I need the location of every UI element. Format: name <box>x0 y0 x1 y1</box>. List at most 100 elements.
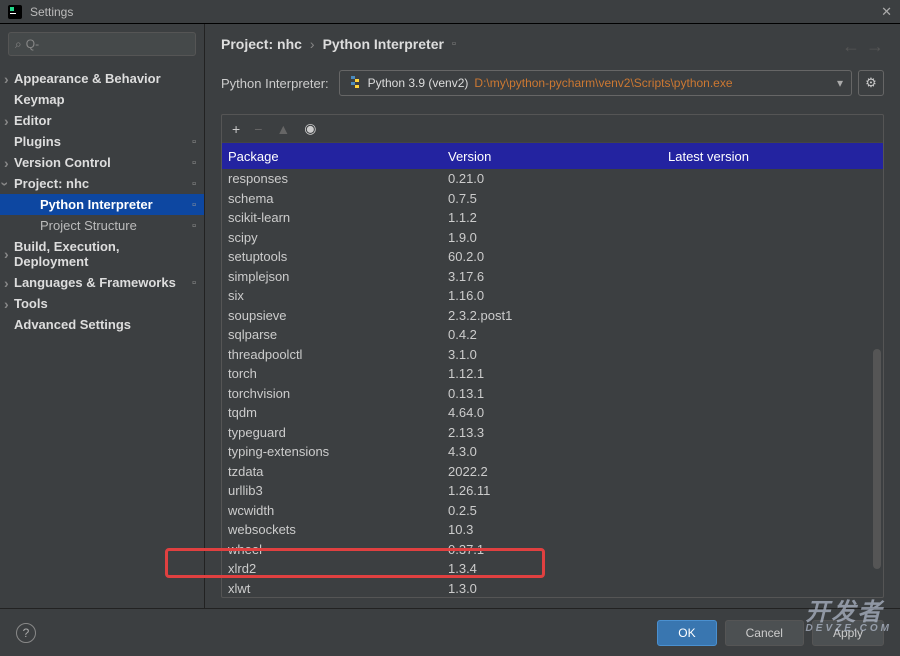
sidebar-item-label: Version Control <box>14 155 192 170</box>
apply-button[interactable]: Apply <box>812 620 884 646</box>
cell-version: 0.2.5 <box>448 503 668 518</box>
cell-package: xlwt <box>228 581 448 596</box>
header-latest[interactable]: Latest version <box>668 149 877 164</box>
table-row[interactable]: torch1.12.1 <box>222 364 883 384</box>
project-scope-icon: ▫ <box>192 178 196 190</box>
close-icon[interactable]: ✕ <box>881 4 892 20</box>
cell-version: 10.3 <box>448 522 668 537</box>
table-row[interactable]: typing-extensions4.3.0 <box>222 442 883 462</box>
ok-button[interactable]: OK <box>657 620 716 646</box>
sidebar-item-project-structure[interactable]: Project Structure▫ <box>0 215 204 236</box>
table-row[interactable]: wcwidth0.2.5 <box>222 501 883 521</box>
sidebar-item-label: Advanced Settings <box>14 317 196 332</box>
table-row[interactable]: schema0.7.5 <box>222 189 883 209</box>
remove-package-button[interactable]: − <box>254 121 262 137</box>
project-scope-icon: ▫ <box>192 199 196 211</box>
table-row[interactable]: urllib31.26.11 <box>222 481 883 501</box>
table-row[interactable]: typeguard2.13.3 <box>222 423 883 443</box>
titlebar: Settings ✕ <box>0 0 900 24</box>
cell-package: sqlparse <box>228 327 448 342</box>
table-row[interactable]: torchvision0.13.1 <box>222 384 883 404</box>
app-icon <box>8 5 22 19</box>
cell-package: websockets <box>228 522 448 537</box>
table-row[interactable]: soupsieve2.3.2.post1 <box>222 306 883 326</box>
nav-back-icon[interactable]: ← <box>842 36 860 57</box>
cell-version: 1.26.11 <box>448 483 668 498</box>
sidebar-item-label: Tools <box>14 296 196 311</box>
sidebar-item-build-execution-deployment[interactable]: Build, Execution, Deployment <box>0 236 204 272</box>
table-row[interactable]: websockets10.3 <box>222 520 883 540</box>
cell-package: threadpoolctl <box>228 347 448 362</box>
dialog-footer: ? OK Cancel Apply <box>0 608 900 656</box>
cell-version: 1.1.2 <box>448 210 668 225</box>
show-early-releases-button[interactable]: ◉ <box>304 120 316 137</box>
sidebar-item-plugins[interactable]: Plugins▫ <box>0 131 204 152</box>
cell-version: 0.21.0 <box>448 171 668 186</box>
header-package[interactable]: Package <box>228 149 448 164</box>
cell-version: 0.37.1 <box>448 542 668 557</box>
cell-version: 3.1.0 <box>448 347 668 362</box>
cancel-button[interactable]: Cancel <box>725 620 804 646</box>
sidebar-item-languages-frameworks[interactable]: Languages & Frameworks▫ <box>0 272 204 293</box>
interpreter-label: Python Interpreter: <box>221 76 329 91</box>
table-row[interactable]: wheel0.37.1 <box>222 540 883 560</box>
table-row[interactable]: scikit-learn1.1.2 <box>222 208 883 228</box>
settings-tree: Appearance & Behavior Keymap Editor Plugins… <box>0 64 204 339</box>
table-row[interactable]: tzdata2022.2 <box>222 462 883 482</box>
cell-package: simplejson <box>228 269 448 284</box>
table-row[interactable]: xlrd21.3.4 <box>222 559 883 579</box>
header-version[interactable]: Version <box>448 149 668 164</box>
sidebar-item-label: Editor <box>14 113 196 128</box>
sidebar-item-python-interpreter[interactable]: Python Interpreter▫ <box>0 194 204 215</box>
cell-package: tzdata <box>228 464 448 479</box>
table-row[interactable]: threadpoolctl3.1.0 <box>222 345 883 365</box>
breadcrumb-page: Python Interpreter <box>323 36 444 52</box>
sidebar-item-project-nhc[interactable]: Project: nhc▫ <box>0 173 204 194</box>
content-panel: ← → Project: nhc › Python Interpreter ▫ … <box>205 24 900 608</box>
interpreter-settings-button[interactable]: ⚙ <box>858 70 884 96</box>
package-toolbar: + − ▲ ◉ <box>222 115 883 143</box>
table-row[interactable]: scipy1.9.0 <box>222 228 883 248</box>
breadcrumb: Project: nhc › Python Interpreter ▫ <box>221 36 884 52</box>
search-icon: ⌕ <box>15 37 22 52</box>
help-button[interactable]: ? <box>16 623 36 643</box>
table-row[interactable]: xlwt1.3.0 <box>222 579 883 598</box>
cell-package: six <box>228 288 448 303</box>
nav-arrows: ← → <box>842 36 884 57</box>
table-row[interactable]: sqlparse0.4.2 <box>222 325 883 345</box>
table-row[interactable]: six1.16.0 <box>222 286 883 306</box>
interpreter-row: Python Interpreter: Python 3.9 (venv2) D… <box>221 70 884 96</box>
sidebar-item-label: Plugins <box>14 134 192 149</box>
sidebar-item-label: Project Structure <box>40 218 192 233</box>
gear-icon: ⚙ <box>865 75 877 91</box>
interpreter-name: Python 3.9 (venv2) <box>368 76 469 90</box>
add-package-button[interactable]: + <box>232 121 240 137</box>
cell-version: 2.13.3 <box>448 425 668 440</box>
table-row[interactable]: responses0.21.0 <box>222 169 883 189</box>
sidebar-item-advanced-settings[interactable]: Advanced Settings <box>0 314 204 335</box>
sidebar-item-tools[interactable]: Tools <box>0 293 204 314</box>
project-scope-icon: ▫ <box>192 157 196 169</box>
cell-version: 1.3.4 <box>448 561 668 576</box>
sidebar-item-version-control[interactable]: Version Control▫ <box>0 152 204 173</box>
sidebar-item-editor[interactable]: Editor <box>0 110 204 131</box>
sidebar-item-appearance-behavior[interactable]: Appearance & Behavior <box>0 68 204 89</box>
cell-package: tqdm <box>228 405 448 420</box>
cell-version: 0.4.2 <box>448 327 668 342</box>
table-row[interactable]: simplejson3.17.6 <box>222 267 883 287</box>
interpreter-select[interactable]: Python 3.9 (venv2) D:\my\python-pycharm\… <box>339 70 852 96</box>
sidebar-item-label: Keymap <box>14 92 196 107</box>
cell-version: 2022.2 <box>448 464 668 479</box>
cell-package: scipy <box>228 230 448 245</box>
sidebar-item-keymap[interactable]: Keymap <box>0 89 204 110</box>
table-row[interactable]: setuptools60.2.0 <box>222 247 883 267</box>
cell-package: scikit-learn <box>228 210 448 225</box>
search-input[interactable]: ⌕ Q- <box>8 32 196 56</box>
breadcrumb-root[interactable]: Project: nhc <box>221 36 302 52</box>
nav-forward-icon[interactable]: → <box>866 36 884 57</box>
project-scope-icon: ▫ <box>452 38 456 50</box>
upgrade-package-button[interactable]: ▲ <box>276 121 290 137</box>
package-list[interactable]: responses0.21.0schema0.7.5scikit-learn1.… <box>222 169 883 597</box>
table-row[interactable]: tqdm4.64.0 <box>222 403 883 423</box>
scrollbar[interactable] <box>873 349 881 569</box>
